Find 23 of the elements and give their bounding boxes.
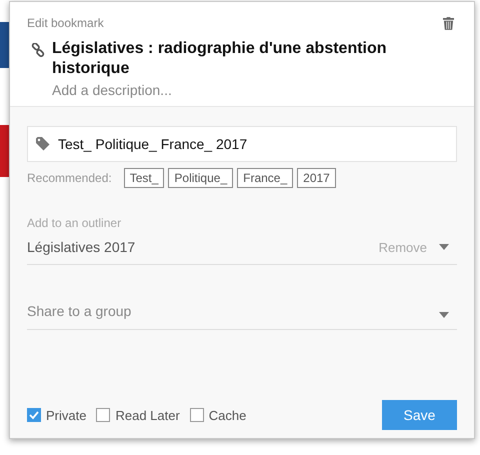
checkbox[interactable]: [27, 408, 41, 422]
tag-chip[interactable]: Politique_: [168, 168, 234, 188]
dialog-heading: Edit bookmark: [27, 16, 104, 30]
caret-icon[interactable]: [439, 312, 449, 318]
tag-chip[interactable]: 2017: [297, 168, 336, 188]
checkbox[interactable]: [96, 408, 110, 422]
link-icon: [31, 43, 45, 57]
tag-chip[interactable]: Test_: [124, 168, 164, 188]
checkbox[interactable]: [190, 408, 204, 422]
outliner-value: Législatives 2017: [27, 239, 136, 255]
tag-icon: [36, 137, 50, 151]
caret-icon[interactable]: [439, 244, 449, 250]
tag-chip[interactable]: France_: [237, 168, 294, 188]
tags-field[interactable]: Test_ Politique_ France_ 2017: [27, 126, 457, 162]
checkbox-label: Read Later: [115, 408, 180, 422]
checkbox-label: Cache: [208, 408, 246, 422]
group-select[interactable]: Share to a group: [27, 303, 439, 319]
recommended-label: Recommended:: [27, 171, 112, 185]
description-field[interactable]: Add a description...: [52, 82, 352, 98]
checkbox-label: Private: [46, 408, 86, 422]
bookmark-title: Législatives : radiographie d'une abstention historique: [52, 39, 388, 79]
trash-icon[interactable]: [443, 16, 454, 30]
outliner-label: Add to an outliner: [27, 216, 122, 230]
